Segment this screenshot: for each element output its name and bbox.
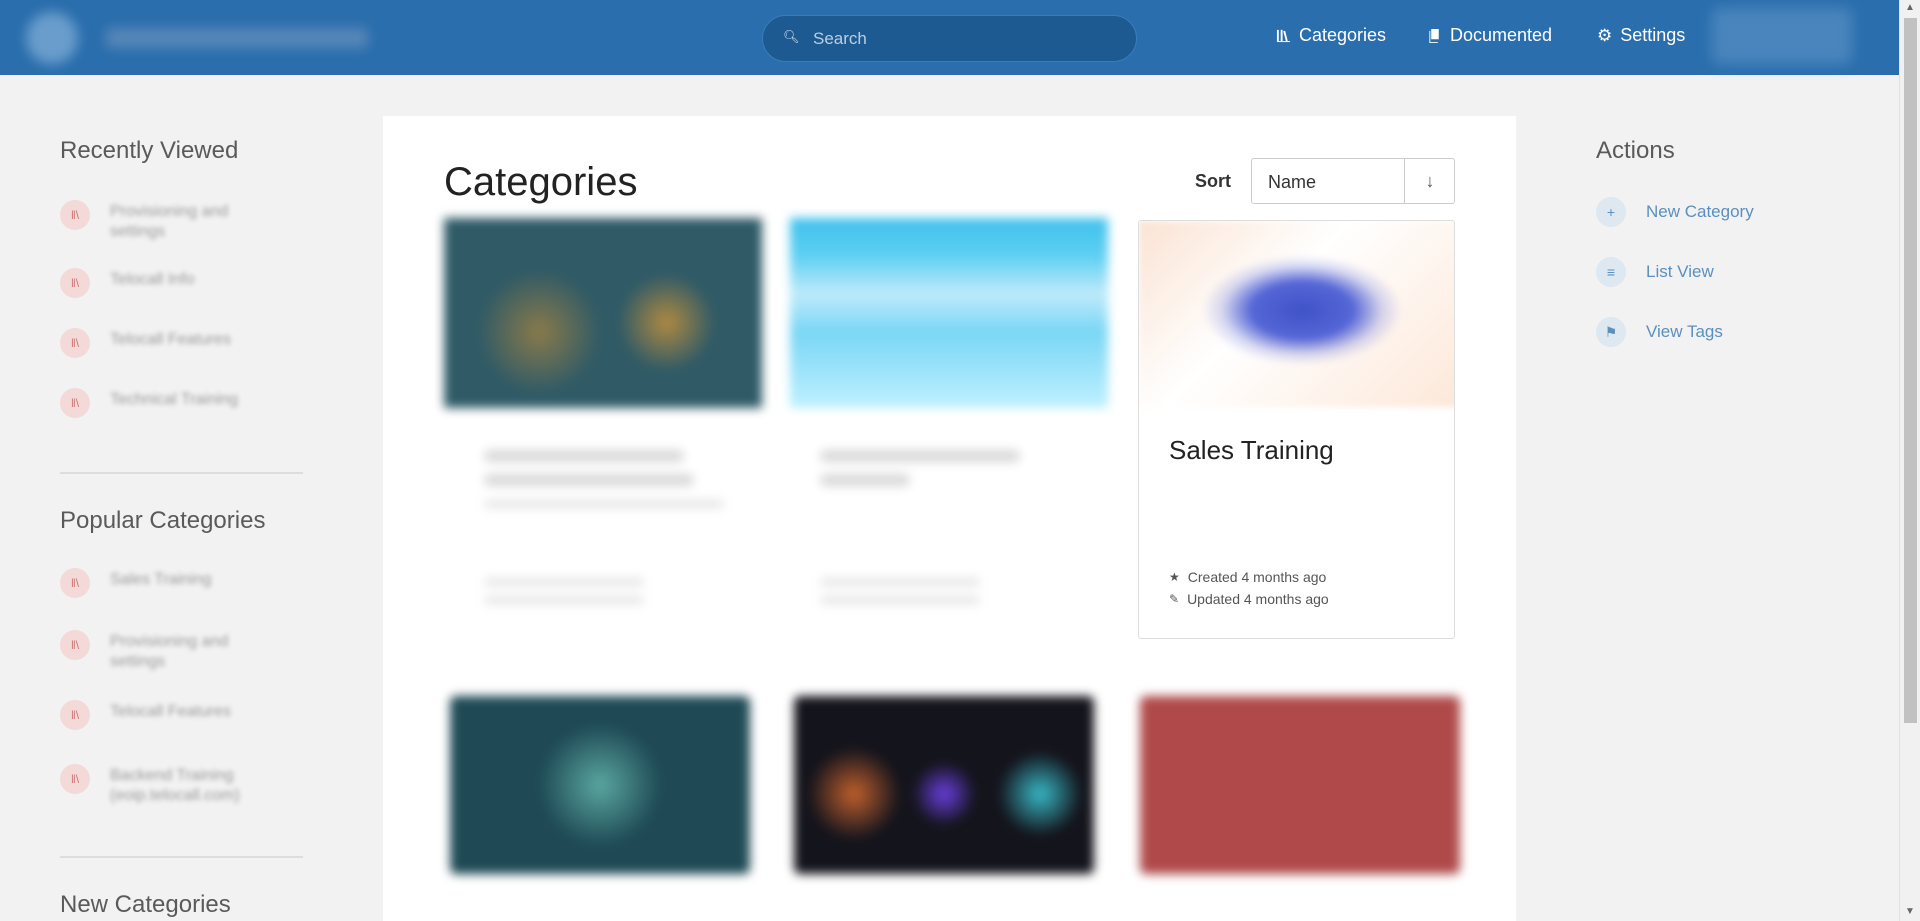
page-scrollbar[interactable]: ▲ ▼ xyxy=(1899,0,1920,921)
new-categories-title: New Categories xyxy=(60,891,231,918)
list-view-label: List View xyxy=(1646,262,1714,281)
search-icon: 🔍︎ xyxy=(783,29,800,44)
category-thumbnail[interactable] xyxy=(1140,696,1460,874)
category-card-title: Sales Training xyxy=(1169,435,1334,465)
scrollbar-thumb[interactable] xyxy=(1904,18,1917,723)
popular-item-label: Provisioning and settings xyxy=(110,633,229,670)
category-thumbnail[interactable] xyxy=(450,696,750,874)
popular-item[interactable]: ǁ\ Telocall Features xyxy=(60,700,260,730)
popular-item[interactable]: ǁ\ Backend Training (eoip.telocall.com) xyxy=(60,764,260,806)
top-header: 🔍︎ Categories Documented ⚙ Settings xyxy=(0,0,1899,75)
gear-icon: ⚙ xyxy=(1597,25,1613,45)
recent-item[interactable]: ǁ\ Provisioning and settings xyxy=(60,200,260,242)
search-input[interactable] xyxy=(813,26,1113,52)
library-icon: ǁ\ xyxy=(60,700,90,730)
category-thumbnail xyxy=(790,218,1108,408)
search-box[interactable]: 🔍︎ xyxy=(762,15,1137,62)
library-icon xyxy=(1276,29,1291,43)
popular-categories-title: Popular Categories xyxy=(60,507,266,534)
sidebar-divider xyxy=(60,856,303,858)
popular-item-label: Sales Training xyxy=(110,571,212,588)
category-thumbnail[interactable] xyxy=(794,696,1094,874)
new-category-action[interactable]: + New Category xyxy=(1596,197,1754,227)
category-card[interactable] xyxy=(444,218,762,638)
view-tags-label: View Tags xyxy=(1646,322,1723,341)
document-icon xyxy=(1429,28,1439,43)
recent-item[interactable]: ǁ\ Telocall Features xyxy=(60,328,260,358)
logo-mark-icon xyxy=(26,12,78,64)
created-meta: ★ Created 4 months ago xyxy=(1169,569,1326,585)
recent-item-label: Telocall Info xyxy=(110,271,195,288)
popular-item[interactable]: ǁ\ Provisioning and settings xyxy=(60,630,260,672)
sort-direction-button[interactable]: ↓ xyxy=(1404,159,1455,203)
nav-settings-label: Settings xyxy=(1620,25,1686,45)
nav-categories[interactable]: Categories xyxy=(1276,25,1386,46)
actions-title: Actions xyxy=(1596,137,1675,164)
tag-icon: ⚑ xyxy=(1596,317,1626,347)
recent-item[interactable]: ǁ\ Technical Training xyxy=(60,388,260,418)
popular-item-label: Telocall Features xyxy=(110,703,231,720)
library-icon: ǁ\ xyxy=(60,328,90,358)
recent-item-label: Technical Training xyxy=(110,391,239,408)
star-icon: ★ xyxy=(1169,570,1180,584)
sort-select[interactable]: Name ↓ xyxy=(1251,158,1455,204)
plus-icon: + xyxy=(1596,197,1626,227)
category-thumbnail xyxy=(444,218,762,408)
logo-wordmark xyxy=(106,28,368,48)
logo[interactable] xyxy=(22,8,372,68)
created-text: Created 4 months ago xyxy=(1187,569,1327,585)
popular-item[interactable]: ǁ\ Sales Training xyxy=(60,568,260,598)
updated-text: Updated 4 months ago xyxy=(1187,591,1329,607)
pencil-icon: ✎ xyxy=(1169,592,1180,606)
recent-item[interactable]: ǁ\ Telocall Info xyxy=(60,268,260,298)
category-card-sales-training[interactable]: Sales Training ★ Created 4 months ago ✎ … xyxy=(1138,220,1455,639)
sidebar-divider xyxy=(60,472,303,474)
category-thumbnail xyxy=(1139,221,1454,407)
category-card[interactable] xyxy=(790,218,1108,638)
nav-documented-label: Documented xyxy=(1450,25,1553,45)
view-tags-action[interactable]: ⚑ View Tags xyxy=(1596,317,1723,347)
library-icon: ǁ\ xyxy=(60,568,90,598)
user-avatar[interactable] xyxy=(1712,8,1852,64)
library-icon: ǁ\ xyxy=(60,268,90,298)
recent-item-label: Telocall Features xyxy=(110,331,231,348)
scroll-down-icon[interactable]: ▼ xyxy=(1905,906,1915,917)
category-row xyxy=(420,676,1465,886)
library-icon: ǁ\ xyxy=(60,630,90,660)
scroll-up-icon[interactable]: ▲ xyxy=(1905,2,1915,13)
arrow-down-icon: ↓ xyxy=(1425,170,1435,191)
recent-item-label: Provisioning and settings xyxy=(110,203,229,240)
list-view-action[interactable]: ≡ List View xyxy=(1596,257,1714,287)
nav-settings[interactable]: ⚙ Settings xyxy=(1597,25,1685,46)
sort-label: Sort xyxy=(1195,171,1231,191)
popular-item-label: Backend Training (eoip.telocall.com) xyxy=(110,767,240,804)
nav-documented[interactable]: Documented xyxy=(1428,25,1552,46)
sort-select-value: Name xyxy=(1268,172,1317,192)
new-category-label: New Category xyxy=(1646,202,1754,221)
nav-categories-label: Categories xyxy=(1299,25,1387,45)
updated-meta: ✎ Updated 4 months ago xyxy=(1169,591,1329,607)
list-icon: ≡ xyxy=(1596,257,1626,287)
recently-viewed-title: Recently Viewed xyxy=(60,137,239,164)
library-icon: ǁ\ xyxy=(60,200,90,230)
page-title: Categories xyxy=(444,160,638,204)
library-icon: ǁ\ xyxy=(60,388,90,418)
library-icon: ǁ\ xyxy=(60,764,90,794)
